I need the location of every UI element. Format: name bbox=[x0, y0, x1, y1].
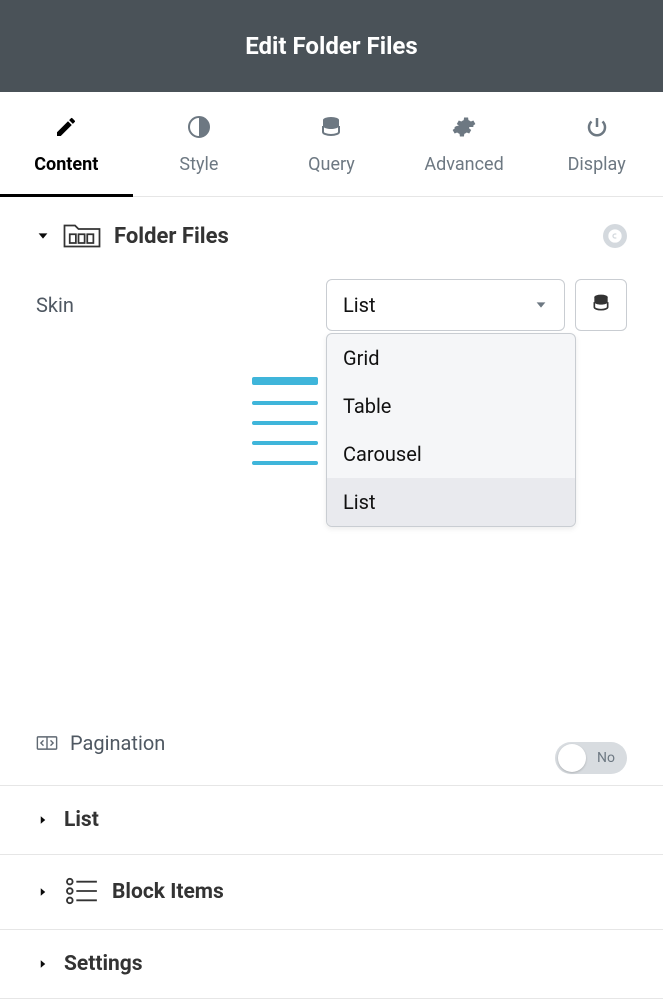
tab-label: Style bbox=[179, 154, 218, 175]
content-panel: Folder Files Skin List bbox=[0, 197, 663, 999]
preview-line bbox=[252, 421, 318, 425]
panel-title: Edit Folder Files bbox=[245, 32, 417, 60]
tab-query[interactable]: Query bbox=[265, 92, 398, 196]
tab-display[interactable]: Display bbox=[530, 92, 663, 196]
database-small-icon bbox=[591, 293, 611, 317]
skin-select[interactable]: List bbox=[326, 279, 565, 331]
tab-label: Display bbox=[568, 154, 626, 175]
skin-option-carousel[interactable]: Carousel bbox=[327, 430, 575, 478]
tab-label: Query bbox=[308, 154, 355, 175]
folder-files-icon bbox=[62, 221, 102, 251]
accordion-block-items[interactable]: Block Items bbox=[0, 855, 663, 930]
accordion-title: Settings bbox=[64, 952, 143, 976]
skin-option-grid[interactable]: Grid bbox=[327, 334, 575, 382]
pagination-toggle[interactable]: No bbox=[555, 742, 627, 774]
chevron-right-icon bbox=[36, 813, 50, 827]
tab-label: Content bbox=[34, 154, 98, 175]
preview-line bbox=[252, 401, 318, 405]
tab-advanced[interactable]: Advanced bbox=[398, 92, 531, 196]
skin-option-list[interactable]: List bbox=[327, 478, 575, 526]
database-icon bbox=[318, 114, 344, 140]
skin-select-wrapper: List bbox=[326, 279, 627, 331]
pencil-icon bbox=[53, 114, 79, 140]
panel-header: Edit Folder Files bbox=[0, 0, 663, 92]
contrast-icon bbox=[186, 114, 212, 140]
pagination-icon bbox=[36, 735, 58, 751]
pagination-row: Pagination No bbox=[0, 731, 663, 786]
skin-field: List Grid Table Carousel List bbox=[326, 279, 627, 527]
preview-line bbox=[252, 441, 318, 445]
toggle-knob bbox=[558, 744, 586, 772]
tab-style[interactable]: Style bbox=[133, 92, 266, 196]
skin-dropdown: Grid Table Carousel List bbox=[326, 333, 576, 527]
accordion-settings[interactable]: Settings bbox=[0, 930, 663, 999]
dynamic-indicator-icon[interactable] bbox=[603, 224, 627, 248]
chevron-right-icon bbox=[36, 957, 50, 971]
power-icon bbox=[584, 114, 610, 140]
skin-selected-value: List bbox=[343, 293, 376, 317]
tab-label: Advanced bbox=[424, 154, 503, 175]
preview-line bbox=[252, 377, 318, 385]
preview-line bbox=[252, 461, 318, 465]
tabs-bar: Content Style Query Advanced Display bbox=[0, 92, 663, 197]
skin-option-table[interactable]: Table bbox=[327, 382, 575, 430]
chevron-right-icon bbox=[36, 885, 50, 899]
block-items-icon bbox=[64, 877, 98, 907]
skin-label: Skin bbox=[36, 279, 326, 317]
accordion-title: List bbox=[64, 808, 99, 832]
skin-control: Skin List Grid Table Carousel bbox=[0, 275, 663, 527]
chevron-down-icon bbox=[36, 229, 50, 243]
section-folder-files[interactable]: Folder Files bbox=[0, 197, 663, 275]
accordion-title: Block Items bbox=[112, 880, 224, 904]
accordion-list[interactable]: List bbox=[0, 786, 663, 855]
list-preview bbox=[252, 377, 318, 481]
section-title: Folder Files bbox=[114, 224, 229, 249]
dynamic-data-button[interactable] bbox=[575, 279, 627, 331]
tab-content[interactable]: Content bbox=[0, 92, 133, 196]
gear-icon bbox=[451, 114, 477, 140]
pagination-label: Pagination bbox=[70, 731, 165, 755]
toggle-state-text: No bbox=[597, 750, 615, 766]
caret-down-icon bbox=[534, 293, 548, 317]
